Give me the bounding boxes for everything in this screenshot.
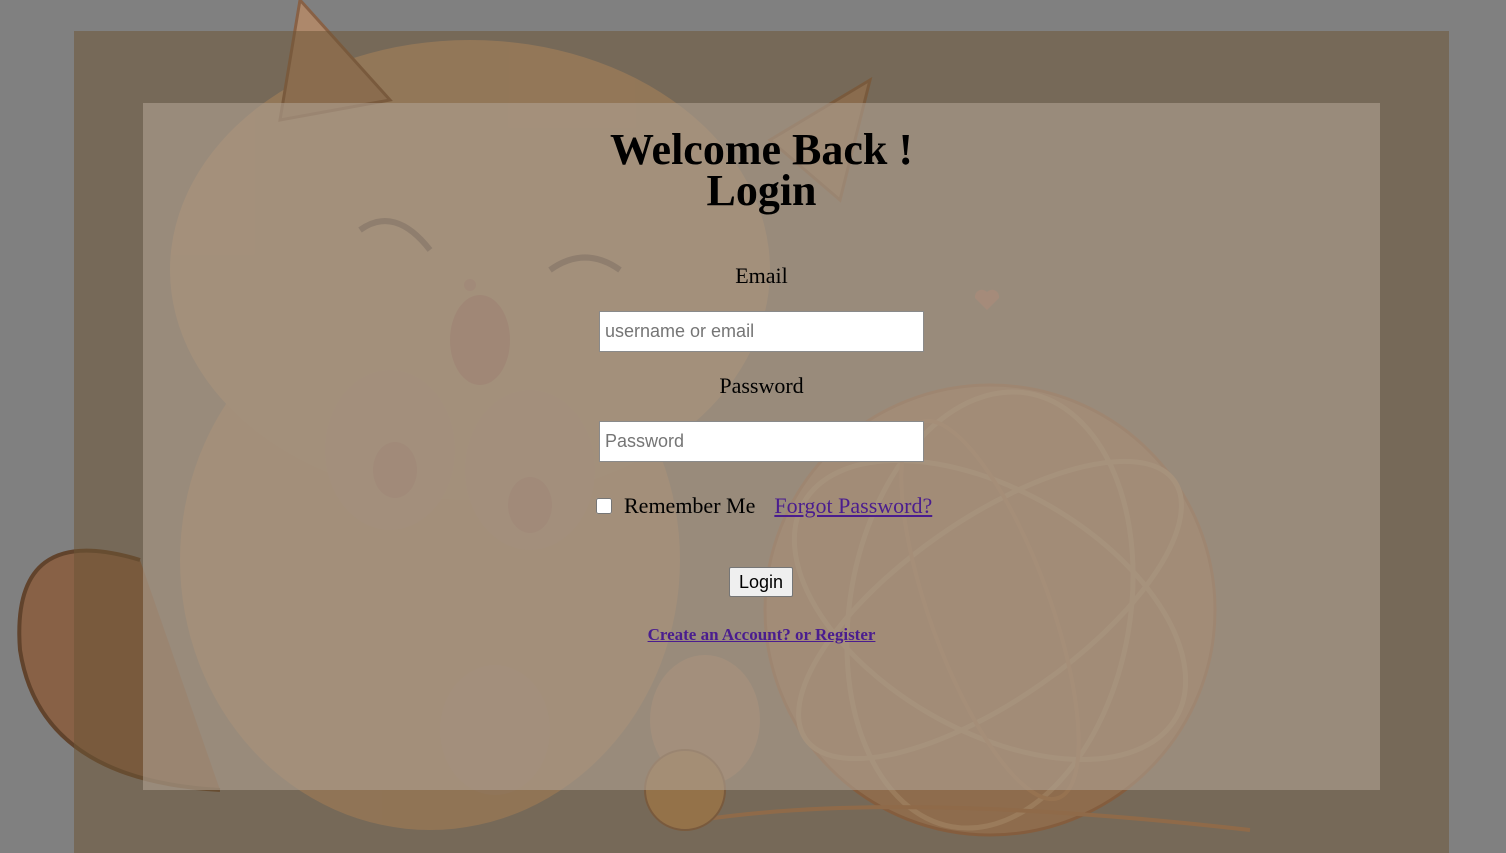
email-label: Email — [735, 263, 788, 288]
login-button[interactable]: Login — [729, 567, 793, 597]
page-title: Welcome Back ! Login — [143, 128, 1380, 213]
password-field[interactable] — [599, 421, 924, 462]
remember-row: Remember Me Forgot Password? — [595, 491, 932, 521]
remember-me-label: Remember Me — [624, 493, 756, 518]
login-heading: Login — [706, 166, 817, 215]
password-label: Password — [719, 373, 804, 398]
remember-me-checkbox[interactable] — [596, 498, 612, 514]
login-card: Welcome Back ! Login Email Password Reme… — [143, 103, 1380, 790]
register-link[interactable]: Create an Account? or Register — [143, 625, 1380, 645]
forgot-password-link[interactable]: Forgot Password? — [774, 493, 932, 519]
email-field[interactable] — [599, 311, 924, 352]
